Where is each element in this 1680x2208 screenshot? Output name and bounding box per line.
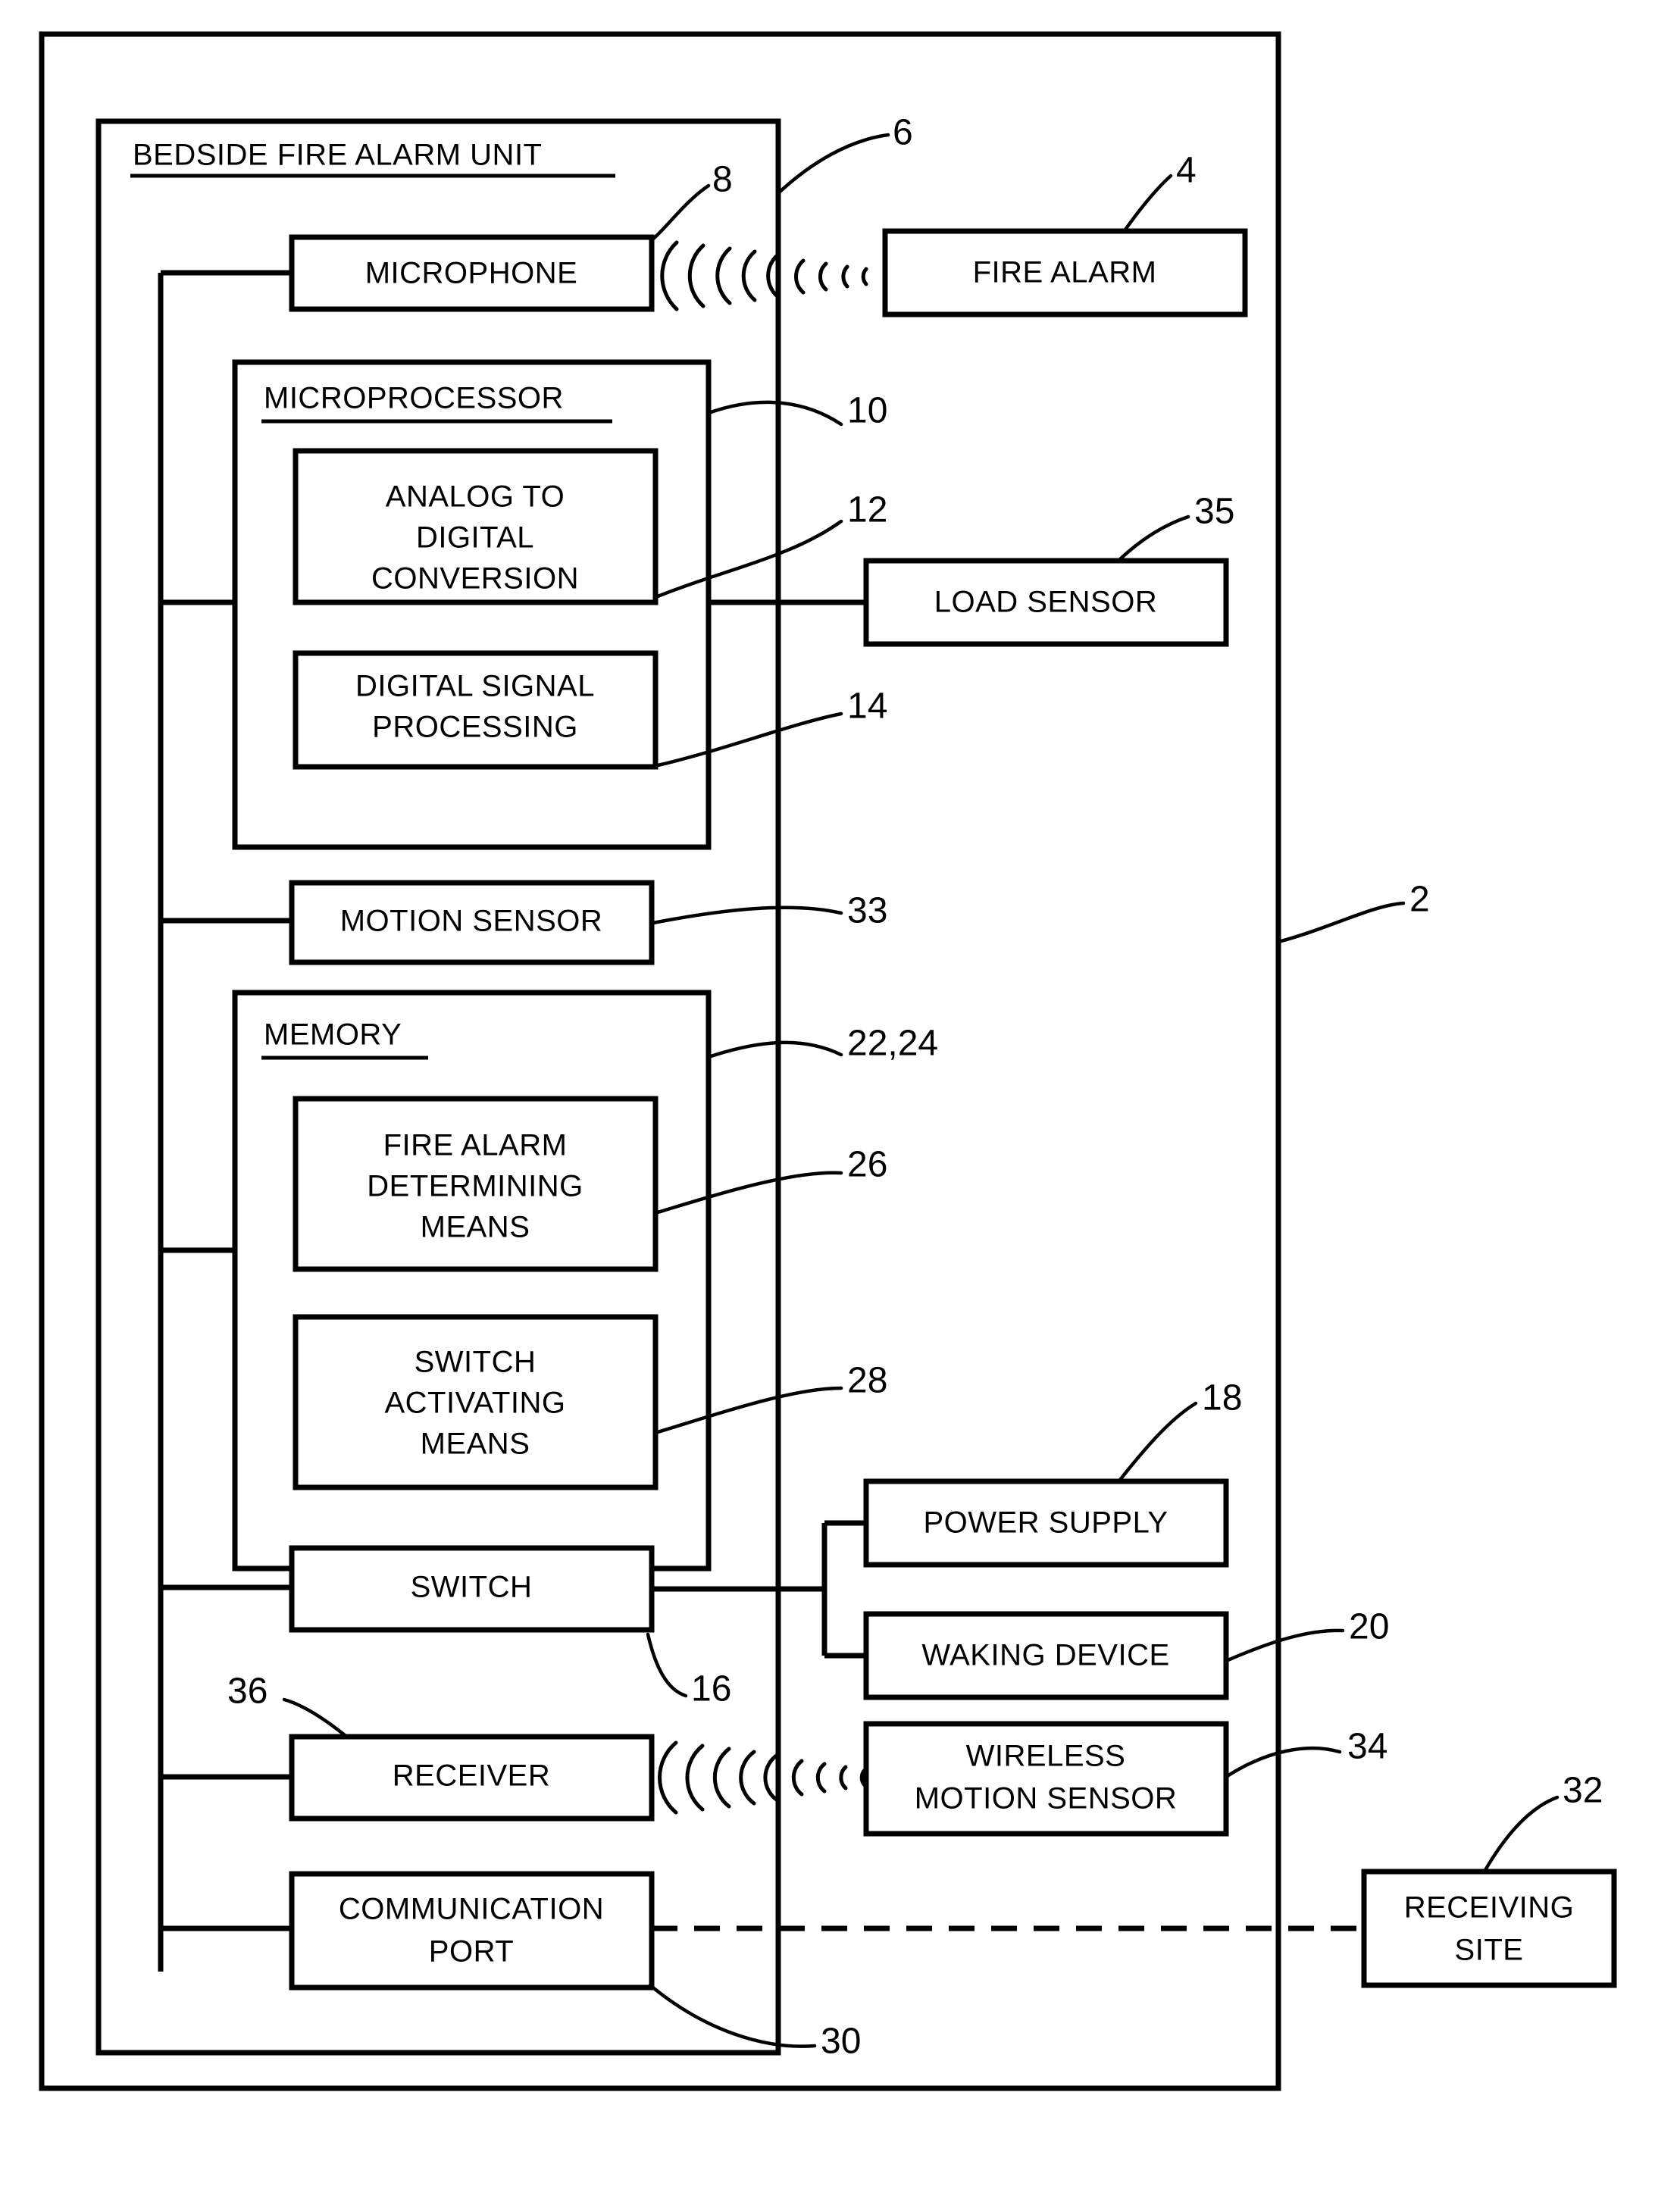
- ref-number-6: 6: [893, 113, 913, 153]
- sam-label-line1: SWITCH: [415, 1346, 537, 1379]
- wireless-motion-sensor-label-line1: WIRELESS: [966, 1740, 1126, 1773]
- ref-number-36: 36: [227, 1672, 267, 1712]
- wireless-motion-sensor-label-line2: MOTION SENSOR: [915, 1782, 1178, 1816]
- fadm-label-line1: FIRE ALARM: [383, 1129, 568, 1162]
- fadm-label-line2: DETERMINING: [367, 1170, 583, 1203]
- receiver-label: RECEIVER: [393, 1759, 551, 1793]
- lead-line-20: [1224, 1628, 1345, 1663]
- ref-number-20: 20: [1349, 1607, 1389, 1647]
- fadm-label-line3: MEANS: [421, 1211, 530, 1244]
- adc-label-line3: CONVERSION: [371, 562, 579, 596]
- lead-line-34: [1224, 1746, 1342, 1779]
- sound-wave-group-mic: [660, 240, 868, 311]
- ref-number-26: 26: [847, 1145, 887, 1185]
- microphone-label: MICROPHONE: [365, 257, 578, 290]
- lead-line-35: [1118, 514, 1190, 561]
- switch-label: SWITCH: [411, 1571, 533, 1604]
- lead-line-16: [646, 1632, 688, 1698]
- receiving-site-label-line1: RECEIVING: [1404, 1891, 1575, 1925]
- fire-alarm-label: FIRE ALARM: [973, 256, 1157, 289]
- lead-line-18: [1118, 1401, 1198, 1482]
- ref-number-2: 2: [1409, 880, 1430, 920]
- ref-number-18: 18: [1202, 1378, 1242, 1418]
- ref-number-34: 34: [1347, 1727, 1387, 1767]
- ref-number-22-24: 22,24: [847, 1024, 938, 1064]
- ref-number-35: 35: [1194, 492, 1234, 532]
- adc-label-line1: ANALOG TO: [386, 480, 565, 514]
- ref-number-28: 28: [847, 1361, 887, 1401]
- radio-wave-group-receiver: [658, 1740, 867, 1815]
- ref-number-4: 4: [1176, 151, 1197, 191]
- load-sensor-label: LOAD SENSOR: [934, 586, 1157, 619]
- lead-line-6: [776, 133, 890, 195]
- ref-number-30: 30: [821, 2022, 861, 2062]
- ref-number-33: 33: [847, 891, 887, 931]
- ref-number-16: 16: [691, 1669, 731, 1709]
- memory-label: MEMORY: [264, 1018, 402, 1052]
- lead-line-4: [1123, 174, 1173, 232]
- ref-number-8: 8: [712, 160, 733, 200]
- lead-line-32: [1483, 1795, 1560, 1872]
- lead-line-8: [649, 183, 711, 242]
- microprocessor-label: MICROPROCESSOR: [264, 382, 564, 415]
- ref-number-12: 12: [847, 490, 887, 530]
- communication-port-label-line2: PORT: [429, 1935, 514, 1969]
- lead-line-10: [706, 400, 843, 427]
- waking-device-label: WAKING DEVICE: [921, 1639, 1169, 1672]
- motion-sensor-label: MOTION SENSOR: [340, 905, 603, 938]
- lead-line-22-24: [706, 1040, 843, 1059]
- sam-label-line3: MEANS: [421, 1428, 530, 1461]
- lead-line-2: [1276, 901, 1406, 944]
- lead-line-30: [648, 1983, 817, 2048]
- patent-figure-sheet: BEDSIDE FIRE ALARM UNIT MICROPHONE 8 6 F…: [0, 0, 1680, 2208]
- communication-port-box[interactable]: [289, 1871, 655, 1991]
- sam-label-line2: ACTIVATING: [384, 1387, 565, 1420]
- lead-line-36: [282, 1697, 347, 1737]
- block-diagram: BEDSIDE FIRE ALARM UNIT MICROPHONE 8 6 F…: [39, 31, 1617, 2091]
- power-supply-label: POWER SUPPLY: [923, 1506, 1168, 1540]
- lead-line-33: [651, 905, 843, 925]
- ref-number-14: 14: [847, 686, 887, 727]
- communication-port-label-line1: COMMUNICATION: [339, 1893, 604, 1926]
- dsp-label-line1: DIGITAL SIGNAL: [355, 670, 595, 703]
- adc-label-line2: DIGITAL: [416, 521, 534, 555]
- unit-title: BEDSIDE FIRE ALARM UNIT: [133, 139, 542, 172]
- ref-number-10: 10: [847, 391, 887, 431]
- dsp-label-line2: PROCESSING: [372, 711, 578, 744]
- receiving-site-label-line2: SITE: [1455, 1934, 1524, 1967]
- ref-number-32: 32: [1563, 1771, 1603, 1811]
- receiving-site-box[interactable]: [1361, 1869, 1617, 1988]
